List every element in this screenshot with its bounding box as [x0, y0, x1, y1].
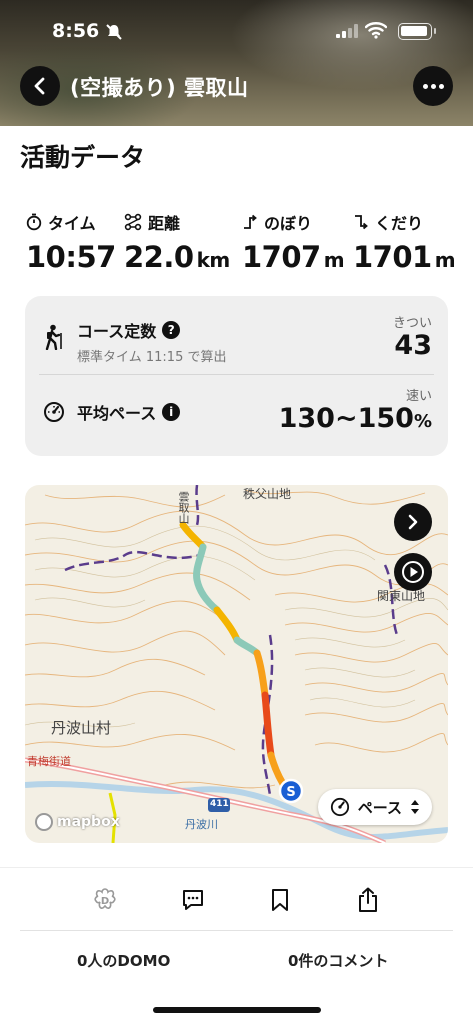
svg-text:S: S	[286, 785, 295, 800]
difficulty-tag: きつい	[392, 316, 432, 331]
route-map[interactable]: S 丹波山村 秩父山地 関東山地 青梅街道 丹波川 411 雲取山 mapbox…	[25, 485, 448, 843]
stat-value: 1701	[353, 240, 432, 274]
domo-count[interactable]: 0人のDOMO	[77, 950, 170, 971]
stat-label: 距離	[148, 214, 181, 233]
wifi-icon	[365, 22, 387, 39]
summary-card: コース定数 ? 標準タイム 11:15 で算出 きつい 43 平均ペース i 速…	[25, 296, 448, 456]
sort-arrows-icon	[411, 800, 419, 814]
map-label-route-number: 411	[210, 799, 229, 809]
bottom-action-bar: D 0人のDOMO 0件のコメント	[0, 867, 473, 1024]
comment-count[interactable]: 0件のコメント	[288, 950, 388, 971]
comment-button[interactable]	[179, 886, 207, 914]
stat-value: 10:57	[26, 240, 116, 274]
mapbox-logo-icon	[35, 813, 53, 831]
stat-unit: m	[434, 248, 456, 272]
status-bar: 8:56	[0, 18, 473, 46]
speedometer-icon	[330, 797, 349, 817]
play-icon	[402, 561, 424, 583]
activity-stats: タイム 10:57 距離 22.0 km のぼり 1707 m くだり 1701…	[0, 210, 473, 280]
activity-title: (空撮あり) 雲取山	[70, 76, 249, 100]
map-label-village: 丹波山村	[51, 719, 112, 737]
average-pace-row[interactable]: 平均ペース i 速い 130~150%	[25, 375, 448, 453]
bottom-divider	[20, 930, 453, 931]
course-constant-title: コース定数	[77, 322, 157, 341]
ascent-icon	[244, 214, 257, 229]
stat-value: 1707	[242, 240, 321, 274]
average-pace-title: 平均ペース	[77, 404, 157, 423]
average-pace-value: 130~150	[278, 403, 414, 434]
share-button[interactable]	[354, 886, 382, 914]
stat-descent: くだり 1701 m	[353, 210, 456, 274]
speedometer-icon	[44, 402, 64, 422]
chevron-right-icon	[408, 514, 418, 530]
domo-flower-icon: D	[94, 888, 116, 910]
map-label-chichibu: 秩父山地	[243, 487, 292, 501]
map-label-river: 丹波川	[185, 818, 218, 831]
map-label-summit: 雲取山	[177, 491, 190, 524]
hiker-icon	[45, 324, 62, 350]
stat-label: くだり	[375, 214, 424, 233]
course-constant-subtitle: 標準タイム 11:15 で算出	[77, 350, 227, 365]
domo-button[interactable]: D	[91, 886, 119, 914]
share-icon	[359, 887, 377, 912]
average-pace-unit: %	[413, 411, 432, 432]
help-icon[interactable]: ?	[162, 321, 181, 339]
home-indicator	[153, 1007, 321, 1013]
stat-label: タイム	[48, 214, 96, 233]
mapbox-attribution: mapbox	[35, 813, 120, 831]
more-options-button[interactable]	[413, 66, 453, 106]
map-play-button[interactable]	[394, 553, 432, 591]
stat-label: のぼり	[264, 214, 313, 233]
svg-text:D: D	[101, 896, 109, 907]
descent-icon	[355, 215, 368, 230]
bookmark-icon	[272, 889, 288, 911]
stat-time: タイム 10:57	[26, 210, 116, 274]
stat-unit: km	[196, 248, 231, 272]
cellular-signal-icon	[336, 24, 358, 38]
route-icon	[124, 213, 142, 231]
timer-icon	[26, 213, 42, 231]
bell-muted-icon	[106, 24, 122, 40]
back-button[interactable]	[20, 66, 60, 106]
stat-distance: 距離 22.0 km	[124, 210, 230, 274]
comment-icon	[183, 890, 203, 910]
battery-icon	[398, 23, 436, 40]
course-constant-value: 43	[394, 330, 432, 361]
status-time: 8:56	[52, 20, 100, 42]
map-color-mode-selector[interactable]: ペース	[317, 789, 432, 825]
bookmark-button[interactable]	[266, 886, 294, 914]
map-next-button[interactable]	[394, 503, 432, 541]
stat-value: 22.0	[124, 240, 194, 274]
stat-unit: m	[323, 248, 345, 272]
pace-tag: 速い	[405, 389, 432, 404]
section-title: 活動データ	[20, 143, 146, 172]
info-icon[interactable]: i	[162, 403, 181, 421]
chevron-left-icon	[34, 77, 45, 95]
mapbox-label: mapbox	[57, 814, 120, 830]
course-constant-row[interactable]: コース定数 ? 標準タイム 11:15 で算出 きつい 43	[25, 296, 448, 374]
map-label-road: 青梅街道	[27, 755, 71, 768]
stat-ascent: のぼり 1707 m	[242, 210, 345, 274]
map-color-mode-label: ペース	[357, 798, 402, 817]
